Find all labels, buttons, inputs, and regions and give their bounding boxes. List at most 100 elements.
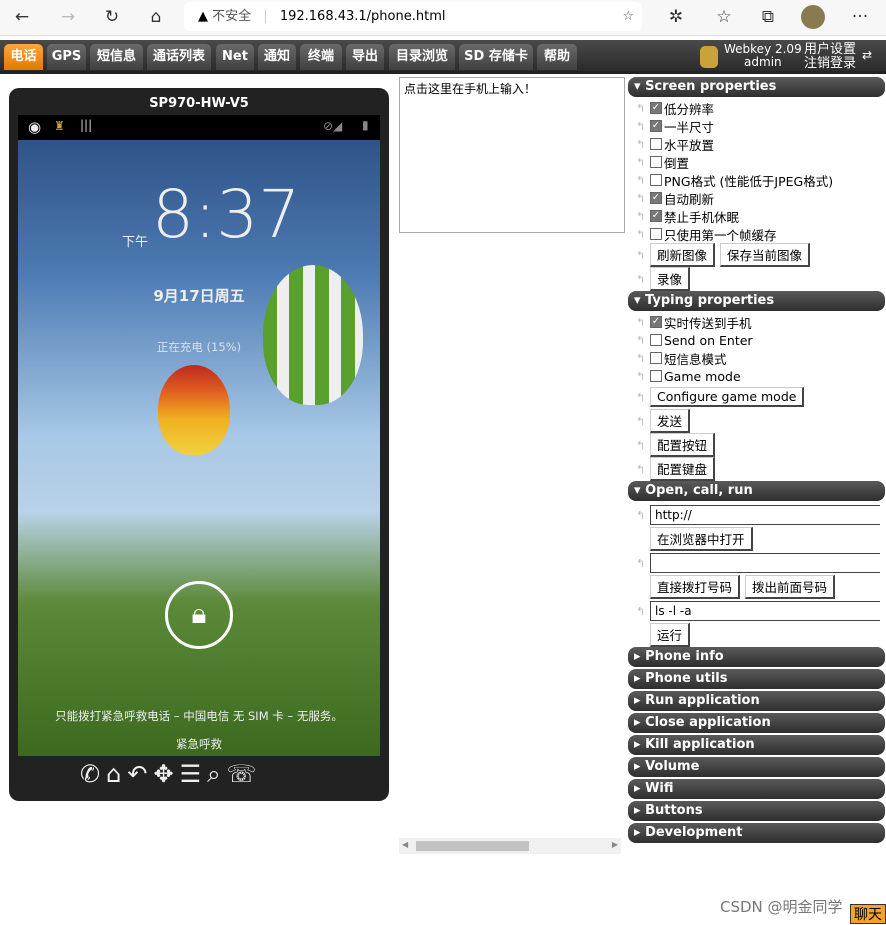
checkbox[interactable]: ✓ bbox=[650, 192, 662, 204]
section-header[interactable]: ▸ Buttons bbox=[628, 801, 885, 821]
checkbox[interactable] bbox=[650, 228, 662, 240]
ampm: 下午 bbox=[122, 235, 149, 250]
emergency-call[interactable]: 紧急呼救 bbox=[18, 736, 380, 752]
checkbox[interactable] bbox=[650, 334, 662, 346]
section-header[interactable]: ▸ Run application bbox=[628, 691, 885, 711]
tab-call-list[interactable]: 通话列表 bbox=[147, 44, 211, 70]
section-open-call-run[interactable]: ▾ Open, call, run bbox=[628, 481, 885, 501]
search-icon[interactable]: ⌕ bbox=[207, 760, 220, 794]
save-image-button[interactable]: 保存当前图像 bbox=[720, 243, 811, 267]
tab-export[interactable]: 导出 bbox=[346, 44, 384, 70]
end-call-icon[interactable]: ☏ bbox=[227, 760, 257, 794]
command-input[interactable]: ls -l -a bbox=[650, 601, 880, 621]
section-header[interactable]: ▸ Phone info bbox=[628, 647, 885, 667]
swap-icon[interactable]: ⇄ bbox=[862, 48, 872, 62]
dial-button[interactable]: 直接拨打号码 bbox=[650, 575, 741, 599]
checkbox[interactable] bbox=[650, 370, 662, 382]
checkbox[interactable]: ✓ bbox=[650, 210, 662, 222]
return-icon: ↰ bbox=[636, 351, 646, 365]
back-icon[interactable]: ↶ bbox=[127, 760, 147, 794]
checkbox-row[interactable]: ↰ PNG格式 (性能低于JPEG格式) bbox=[628, 171, 885, 189]
favorites-icon[interactable]: ☆ bbox=[712, 6, 736, 28]
logout-link[interactable]: 注销登录 bbox=[804, 57, 856, 71]
emergency-info: 只能拨打紧急呼救电话 – 中国电信 无 SIM 卡 – 无服务。 bbox=[55, 709, 343, 723]
home-icon[interactable]: ⌂ bbox=[144, 6, 168, 28]
section-header[interactable]: ▸ Development bbox=[628, 823, 885, 843]
record-button[interactable]: 录像 bbox=[650, 267, 691, 291]
checkbox-row[interactable]: ↰ 只使用第一个帧缓存 bbox=[628, 225, 885, 243]
horizontal-scrollbar[interactable]: ◀ ▶ bbox=[399, 838, 621, 854]
lock-icon[interactable]: 🔒︎ bbox=[165, 581, 233, 649]
home-icon[interactable]: ⌂ bbox=[106, 760, 121, 794]
tab-sd-card[interactable]: SD 存储卡 bbox=[459, 44, 533, 70]
chat-button[interactable]: 聊天 bbox=[850, 904, 886, 924]
section-header[interactable]: ▸ Kill application bbox=[628, 735, 885, 755]
checkbox-label: 短信息模式 bbox=[664, 351, 727, 367]
section-screen-properties[interactable]: ▾ Screen properties bbox=[628, 77, 885, 97]
dpad-icon[interactable]: ✥ bbox=[153, 760, 173, 794]
user-settings-link[interactable]: 用户设置 bbox=[804, 43, 856, 57]
menu-bar: 电话 GPS 短信息 通话列表 Net 通知 终端 导出 目录浏览 SD 存储卡… bbox=[0, 40, 886, 74]
checkbox-label: 实时传送到手机 bbox=[664, 315, 752, 331]
more-icon[interactable]: ··· bbox=[848, 6, 872, 28]
config-buttons-button[interactable]: 配置按钮 bbox=[650, 433, 716, 457]
tab-file-browser[interactable]: 目录浏览 bbox=[389, 44, 455, 70]
back-icon[interactable]: ← bbox=[10, 6, 34, 28]
tab-sms[interactable]: 短信息 bbox=[90, 44, 143, 70]
section-header[interactable]: ▸ Volume bbox=[628, 757, 885, 777]
checkbox-label: 倒置 bbox=[664, 155, 690, 171]
section-header[interactable]: ▸ Close application bbox=[628, 713, 885, 733]
checkbox[interactable] bbox=[650, 174, 662, 186]
phone-number-input[interactable] bbox=[650, 553, 880, 573]
checkbox-row[interactable]: ↰ 倒置 bbox=[628, 153, 885, 171]
collections-icon[interactable]: ⧉ bbox=[756, 6, 780, 28]
run-button[interactable]: 运行 bbox=[650, 623, 691, 647]
phone-text-input[interactable]: 点击这里在手机上输入！ bbox=[399, 77, 625, 233]
refresh-image-button[interactable]: 刷新图像 bbox=[650, 243, 716, 267]
webkey-icon: ♜ bbox=[54, 119, 65, 133]
checkbox-label: 自动刷新 bbox=[664, 191, 715, 207]
avatar[interactable] bbox=[801, 5, 825, 29]
checkbox[interactable] bbox=[650, 156, 662, 168]
checkbox[interactable]: ✓ bbox=[650, 120, 662, 132]
checkbox-row[interactable]: ↰ Send on Enter bbox=[628, 331, 885, 349]
checkbox-row[interactable]: ↰ 水平放置 bbox=[628, 135, 885, 153]
tab-terminal[interactable]: 终端 bbox=[300, 44, 342, 70]
section-header[interactable]: ▸ Wifi bbox=[628, 779, 885, 799]
forward-icon[interactable]: → bbox=[56, 6, 80, 28]
menu-icon[interactable]: ☰ bbox=[180, 760, 202, 794]
checkbox-row[interactable]: ↰ ✓ 低分辨率 bbox=[628, 99, 885, 117]
tab-net[interactable]: Net bbox=[216, 44, 254, 70]
username-label: admin bbox=[744, 55, 782, 69]
open-in-browser-button[interactable]: 在浏览器中打开 bbox=[650, 527, 753, 551]
address-bar[interactable]: ▲ 不安全 | 192.168.43.1/phone.html ☆ bbox=[184, 2, 642, 31]
tab-gps[interactable]: GPS bbox=[47, 44, 86, 70]
extensions-icon[interactable]: ✲ bbox=[664, 6, 688, 28]
section-header[interactable]: ▸ Phone utils bbox=[628, 669, 885, 689]
send-button[interactable]: 发送 bbox=[650, 409, 691, 433]
return-icon: ↰ bbox=[636, 119, 646, 133]
url-input[interactable]: http:// bbox=[650, 505, 880, 525]
tab-phone[interactable]: 电话 bbox=[4, 44, 43, 70]
checkbox[interactable] bbox=[650, 138, 662, 150]
checkbox-row[interactable]: ↰ ✓ 禁止手机休眠 bbox=[628, 207, 885, 225]
checkbox-row[interactable]: ↰ Game mode bbox=[628, 367, 885, 385]
checkbox[interactable]: ✓ bbox=[650, 102, 662, 114]
checkbox-label: PNG格式 (性能低于JPEG格式) bbox=[664, 173, 834, 189]
battery-icon: ▮ bbox=[362, 118, 369, 132]
favorite-add-icon[interactable]: ☆ bbox=[622, 2, 634, 31]
checkbox[interactable] bbox=[650, 352, 662, 364]
tab-notify[interactable]: 通知 bbox=[258, 44, 296, 70]
reload-icon[interactable]: ↻ bbox=[100, 6, 124, 28]
checkbox-row[interactable]: ↰ ✓ 自动刷新 bbox=[628, 189, 885, 207]
section-typing-properties[interactable]: ▾ Typing properties bbox=[628, 291, 885, 311]
phone-call-icon[interactable]: ✆ bbox=[80, 760, 100, 794]
checkbox-row[interactable]: ↰ ✓ 一半尺寸 bbox=[628, 117, 885, 135]
checkbox-row[interactable]: ↰ 短信息模式 bbox=[628, 349, 885, 367]
dial-previous-button[interactable]: 拨出前面号码 bbox=[745, 575, 836, 599]
checkbox[interactable]: ✓ bbox=[650, 316, 662, 328]
configure-game-mode-button[interactable]: Configure game mode bbox=[650, 387, 805, 407]
checkbox-row[interactable]: ↰ ✓ 实时传送到手机 bbox=[628, 313, 885, 331]
config-keyboard-button[interactable]: 配置键盘 bbox=[650, 457, 716, 481]
tab-help[interactable]: 帮助 bbox=[537, 44, 577, 70]
